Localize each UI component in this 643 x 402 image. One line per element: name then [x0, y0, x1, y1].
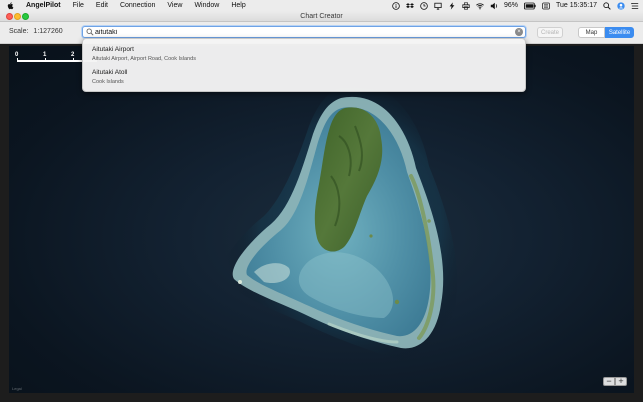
zoom-controls: − + — [603, 377, 627, 386]
create-button[interactable]: Create — [537, 27, 563, 38]
scale-value: 1:127260 — [33, 28, 63, 35]
search-input[interactable] — [95, 27, 515, 37]
scale-tick — [45, 58, 46, 62]
notification-center-icon[interactable] — [631, 2, 639, 10]
menu-help[interactable]: Help — [231, 0, 245, 11]
display-icon[interactable] — [434, 2, 442, 10]
dropbox-icon[interactable] — [405, 2, 414, 10]
suggestion-title: Aitutaki Airport — [92, 46, 134, 53]
suggestion-item[interactable]: Aitutaki Airport Aitutaki Airport, Airpo… — [83, 45, 527, 67]
apple-icon[interactable] — [6, 1, 14, 10]
status-area: 96% Tue 15:35:17 — [392, 0, 639, 11]
menu-edit[interactable]: Edit — [96, 0, 108, 11]
wifi-icon[interactable] — [476, 2, 484, 10]
scale-tick — [17, 58, 18, 62]
scale-label: Scale: — [9, 28, 29, 35]
user-avatar-icon[interactable] — [617, 1, 625, 10]
keyboard-icon[interactable] — [542, 2, 550, 10]
satellite-map[interactable] — [9, 46, 634, 393]
zoom-out-button[interactable]: − — [603, 377, 615, 386]
spotlight-icon[interactable] — [603, 1, 611, 10]
menu-bar: AngelPilot File Edit Connection View Win… — [0, 0, 643, 11]
search-suggestions-dropdown: Aitutaki Airport Aitutaki Airport, Airpo… — [82, 38, 526, 92]
menu-app-name[interactable]: AngelPilot — [26, 0, 61, 11]
scale-tick — [73, 58, 74, 62]
suggestion-item[interactable]: Aitutaki Atoll Cook Islands — [83, 68, 527, 90]
map-view-button[interactable]: Map — [578, 27, 605, 38]
legal-link[interactable]: Legal — [12, 386, 22, 391]
battery-percentage: 96% — [503, 2, 518, 9]
suggestion-title: Aitutaki Atoll — [92, 69, 128, 76]
menu-view[interactable]: View — [167, 0, 182, 11]
menu-file[interactable]: File — [73, 0, 84, 11]
suggestion-subtitle: Aitutaki Airport, Airport Road, Cook Isl… — [92, 56, 196, 62]
bolt-icon[interactable] — [448, 1, 456, 10]
zoom-in-button[interactable]: + — [615, 377, 627, 386]
battery-icon[interactable] — [524, 2, 536, 10]
info-icon[interactable] — [392, 1, 400, 10]
map-type-segmented-control: Map Satellite — [578, 27, 634, 38]
printer-icon[interactable] — [462, 1, 470, 10]
search-icon — [86, 28, 94, 36]
satellite-view-button[interactable]: Satellite — [605, 27, 634, 38]
clear-search-icon[interactable]: × — [515, 28, 523, 36]
volume-icon[interactable] — [490, 2, 498, 10]
scale-readout: Scale: 1:127260 — [9, 28, 63, 35]
window-title: Chart Creator — [300, 13, 343, 20]
menu-connection[interactable]: Connection — [120, 0, 155, 11]
suggestion-subtitle: Cook Islands — [92, 79, 124, 85]
menu-window[interactable]: Window — [194, 0, 219, 11]
search-field[interactable]: × — [82, 26, 526, 38]
menubar-clock[interactable]: Tue 15:35:17 — [556, 2, 597, 9]
atoll-satellite-image — [221, 84, 458, 362]
window-title-bar: Chart Creator — [0, 11, 643, 22]
clock-icon[interactable] — [420, 1, 428, 10]
